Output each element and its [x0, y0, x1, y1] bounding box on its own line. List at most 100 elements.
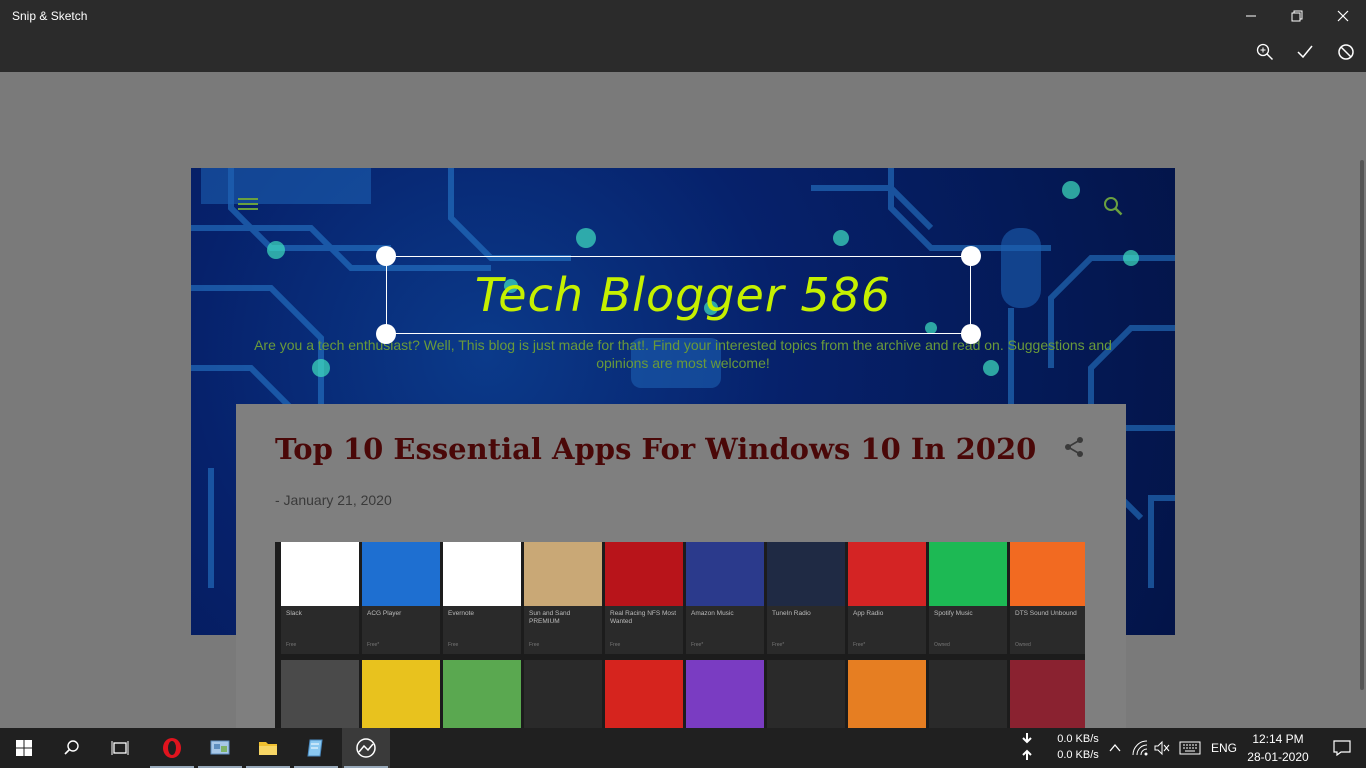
- app-tile-name: DTS Sound Unbound: [1015, 610, 1077, 617]
- control-panel-icon: [210, 740, 230, 755]
- volume-button[interactable]: [1150, 728, 1174, 768]
- canvas-area: Tech Blogger 586 Are you a tech enthusia…: [0, 72, 1366, 728]
- zoom-in-icon: [1256, 43, 1274, 61]
- app-tile: Amazon Music Free*: [686, 542, 764, 654]
- app-tile: [686, 660, 764, 728]
- app-tile-name: Sun and Sand PREMIUM: [529, 610, 571, 625]
- app-tile-art: [605, 542, 683, 606]
- app-tile: Real Racing NFS Most Wanted Free: [605, 542, 683, 654]
- crop-handle-bottom-right[interactable]: [961, 324, 981, 344]
- restore-icon: [1291, 10, 1303, 22]
- app-tile-price: Free*: [367, 642, 380, 648]
- opera-icon: [163, 738, 181, 758]
- minimize-icon: [1246, 15, 1256, 17]
- app-tile-name: TuneIn Radio: [772, 610, 811, 617]
- wifi-button[interactable]: [1128, 728, 1152, 768]
- snip-sketch-icon: [356, 738, 376, 758]
- app-tile-name: Slack: [286, 610, 302, 617]
- minimize-button[interactable]: [1228, 0, 1274, 32]
- task-view-button[interactable]: [96, 728, 144, 768]
- post-date: - January 21, 2020: [275, 492, 392, 508]
- taskbar-app-file-explorer[interactable]: [244, 728, 292, 768]
- app-tile: [929, 660, 1007, 728]
- app-title: Snip & Sketch: [12, 9, 88, 23]
- notification-icon: [1333, 740, 1351, 756]
- network-speed-icon: [1022, 733, 1032, 760]
- hamburger-menu-icon[interactable]: [238, 196, 258, 212]
- taskbar: 0.0 KB/s 0.0 KB/s ENG 12:14 PM 28-01-202…: [0, 728, 1366, 768]
- app-tile: Sun and Sand PREMIUM Free: [524, 542, 602, 654]
- cancel-crop-button[interactable]: [1326, 36, 1366, 68]
- app-tile: [605, 660, 683, 728]
- blog-tagline: Are you a tech enthusiast? Well, This bl…: [254, 337, 1112, 371]
- taskbar-app-snip-sketch[interactable]: [342, 728, 390, 768]
- vertical-scrollbar[interactable]: [1360, 160, 1364, 690]
- input-language[interactable]: ENG: [1206, 741, 1242, 755]
- taskbar-app-opera[interactable]: [148, 728, 196, 768]
- app-tile-art: [362, 542, 440, 606]
- taskbar-app-control-panel[interactable]: [196, 728, 244, 768]
- notepad-icon: [307, 739, 323, 757]
- app-tile: [281, 660, 359, 728]
- apply-crop-button[interactable]: [1285, 36, 1325, 68]
- apps-screenshot-image: Slack Free ACG Player Free* Evernote Free Sun …: [275, 542, 1085, 728]
- search-icon[interactable]: [1103, 196, 1123, 216]
- chevron-up-icon: [1109, 743, 1121, 752]
- app-tile: TuneIn Radio Free*: [767, 542, 845, 654]
- app-tile-art: [1010, 542, 1085, 606]
- close-button[interactable]: [1320, 0, 1366, 32]
- app-tile: Slack Free: [281, 542, 359, 654]
- task-view-icon: [111, 741, 129, 755]
- app-tile-name: Spotify Music: [934, 610, 973, 617]
- wifi-icon: [1132, 740, 1148, 756]
- share-icon[interactable]: [1064, 436, 1084, 458]
- app-tile-art: [767, 542, 845, 606]
- app-tile-price: Free: [448, 642, 459, 648]
- cancel-icon: [1338, 44, 1354, 60]
- search-icon: [64, 740, 79, 755]
- touch-keyboard-button[interactable]: [1176, 728, 1204, 768]
- app-tile-art: [848, 542, 926, 606]
- show-hidden-icons-button[interactable]: [1104, 728, 1126, 768]
- crop-handle-bottom-left[interactable]: [376, 324, 396, 344]
- app-tile-price: Free*: [772, 642, 785, 648]
- app-tile-art: [443, 542, 521, 606]
- app-tile: [362, 660, 440, 728]
- app-tile: [524, 660, 602, 728]
- app-tile: [848, 660, 926, 728]
- crop-selection-box[interactable]: [386, 256, 971, 334]
- post-title[interactable]: Top 10 Essential Apps For Windows 10 In …: [275, 432, 1036, 466]
- app-tile: [767, 660, 845, 728]
- start-button[interactable]: [0, 728, 48, 768]
- crop-handle-top-left[interactable]: [376, 246, 396, 266]
- app-tile-name: Amazon Music: [691, 610, 734, 617]
- crop-handle-top-right[interactable]: [961, 246, 981, 266]
- app-tile: DTS Sound Unbound Owned: [1010, 542, 1085, 654]
- app-tile-art: [929, 542, 1007, 606]
- app-tile-art: [281, 542, 359, 606]
- action-center-button[interactable]: [1318, 728, 1366, 768]
- keyboard-icon: [1179, 741, 1201, 755]
- clock-date[interactable]: 28-01-2020: [1244, 750, 1312, 764]
- net-download-speed: 0.0 KB/s: [1057, 733, 1099, 745]
- app-tile: [1010, 660, 1085, 728]
- app-tile-name: Real Racing NFS Most Wanted: [610, 610, 677, 625]
- app-tile-price: Free*: [853, 642, 866, 648]
- app-tile: Evernote Free: [443, 542, 521, 654]
- app-tile: [443, 660, 521, 728]
- app-tile-price: Owned: [1015, 642, 1031, 648]
- taskbar-search-button[interactable]: [48, 728, 96, 768]
- close-icon: [1337, 10, 1349, 22]
- restore-button[interactable]: [1274, 0, 1320, 32]
- zoom-button[interactable]: [1245, 36, 1285, 68]
- taskbar-app-notepad[interactable]: [292, 728, 340, 768]
- clock-time[interactable]: 12:14 PM: [1244, 732, 1312, 746]
- checkmark-icon: [1297, 45, 1313, 59]
- folder-icon: [259, 742, 277, 755]
- app-tile-price: Free*: [691, 642, 704, 648]
- post-card: Top 10 Essential Apps For Windows 10 In …: [236, 404, 1126, 728]
- windows-logo-icon: [16, 740, 32, 756]
- screenshot-image: Tech Blogger 586 Are you a tech enthusia…: [191, 168, 1175, 728]
- app-tile-price: Free: [286, 642, 297, 648]
- title-bar: Snip & Sketch: [0, 0, 1366, 72]
